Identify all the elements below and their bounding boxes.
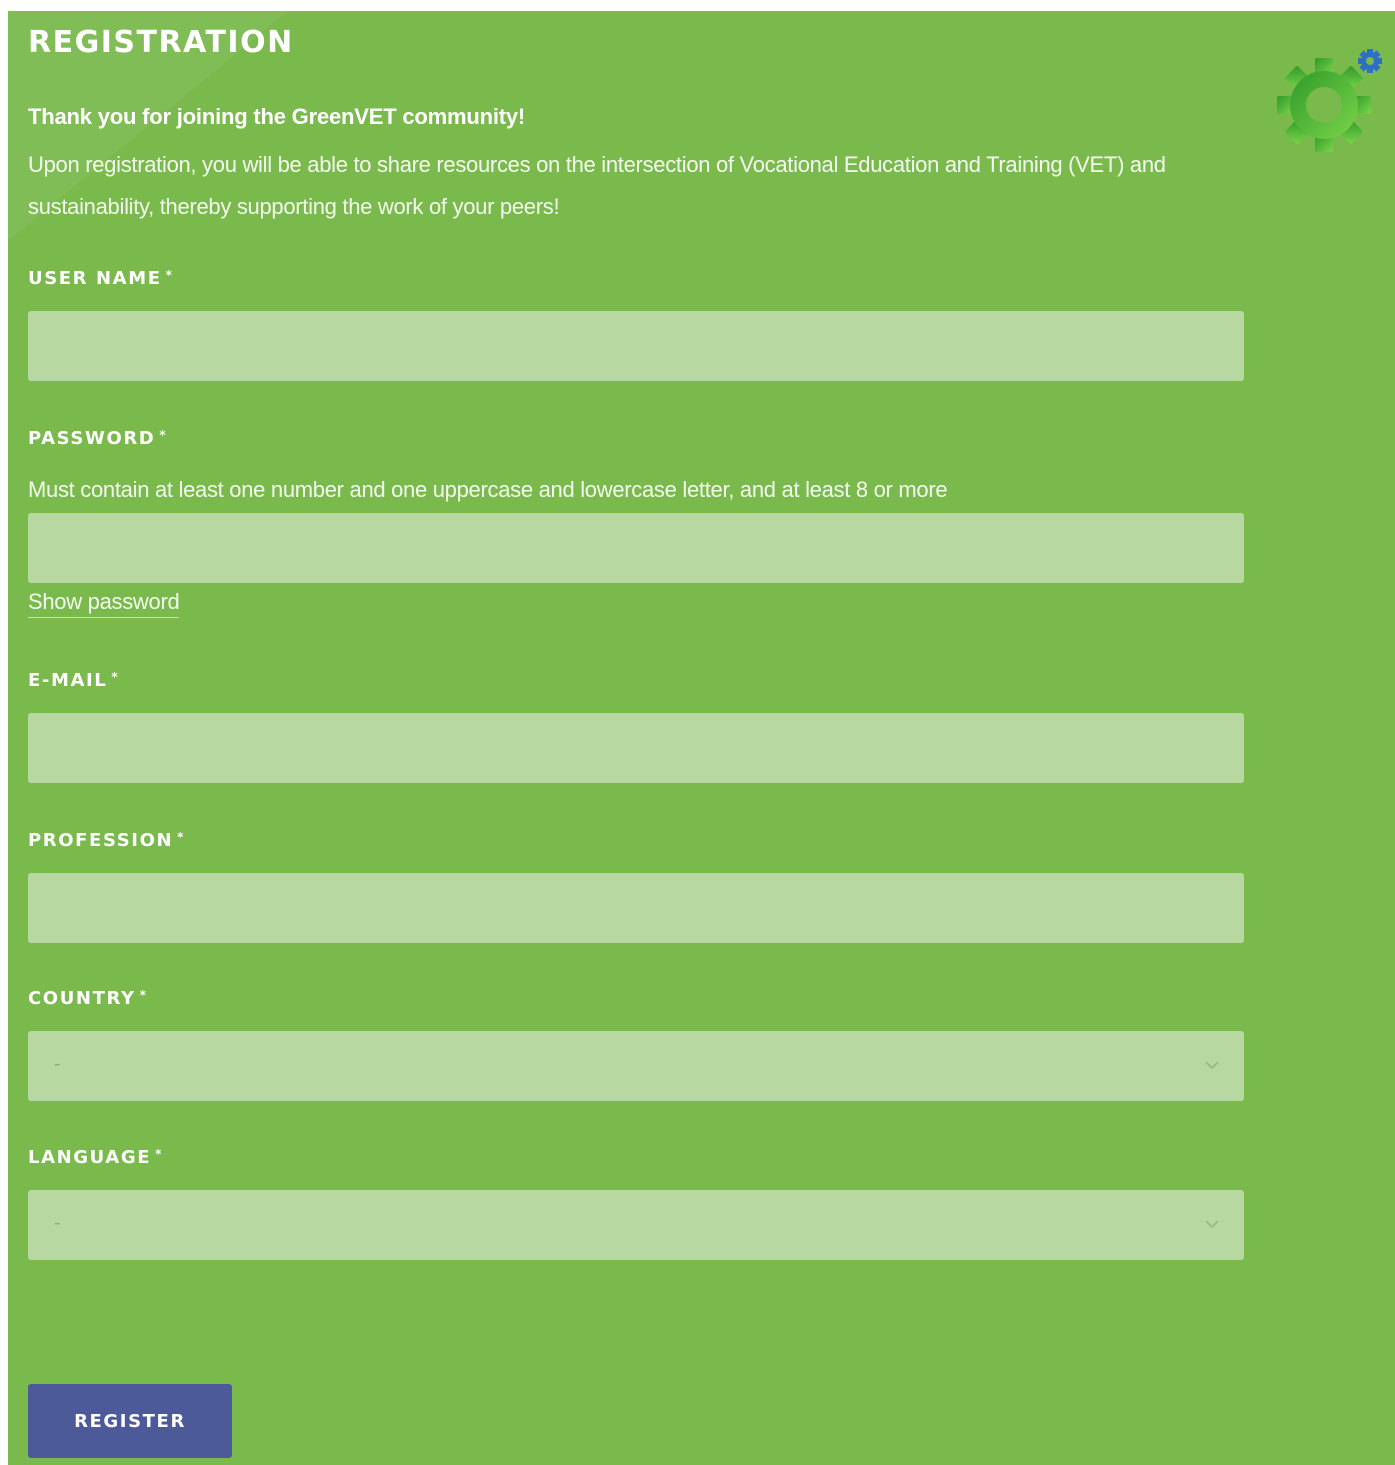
- email-input[interactable]: [28, 713, 1244, 783]
- password-hint: Must contain at least one number and one…: [28, 477, 948, 502]
- chevron-down-icon: [1205, 1220, 1219, 1229]
- required-marker: *: [155, 1147, 163, 1161]
- profession-input[interactable]: [28, 873, 1244, 943]
- language-select[interactable]: -: [28, 1190, 1244, 1260]
- intro-heading: Thank you for joining the GreenVET commu…: [28, 104, 526, 129]
- password-label: PASSWORD *: [28, 428, 168, 449]
- chevron-down-icon: [1205, 1061, 1219, 1070]
- language-selected-value: -: [54, 1212, 61, 1234]
- show-password-link[interactable]: Show password: [28, 589, 180, 618]
- language-label: LANGUAGE *: [28, 1147, 163, 1168]
- country-selected-value: -: [54, 1053, 61, 1075]
- required-marker: *: [177, 830, 186, 844]
- username-label: USER NAME *: [28, 268, 174, 289]
- register-button[interactable]: REGISTER: [28, 1384, 232, 1458]
- country-select[interactable]: -: [28, 1031, 1244, 1101]
- gear-logo-icon: [1277, 49, 1382, 152]
- registration-panel: REGISTRATION Thank you for joining the G…: [8, 11, 1395, 1465]
- page-title: REGISTRATION: [28, 25, 294, 60]
- username-input[interactable]: [28, 311, 1244, 381]
- country-label: COUNTRY *: [28, 988, 148, 1009]
- intro-text: Upon registration, you will be able to s…: [28, 152, 1166, 219]
- email-label: E-MAIL *: [28, 670, 120, 691]
- required-marker: *: [111, 670, 120, 684]
- required-marker: *: [139, 988, 148, 1002]
- profession-label: PROFESSION *: [28, 830, 186, 851]
- required-marker: *: [165, 268, 174, 282]
- required-marker: *: [159, 428, 168, 442]
- password-input[interactable]: [28, 513, 1244, 583]
